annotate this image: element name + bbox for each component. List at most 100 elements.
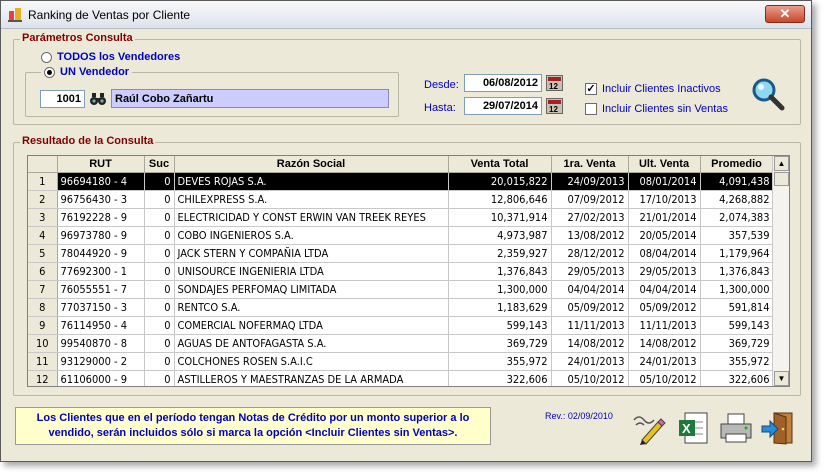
exit-button[interactable] — [759, 409, 797, 447]
ultima-venta-cell[interactable]: 20/05/2014 — [628, 226, 701, 245]
suc-cell[interactable]: 0 — [144, 370, 175, 386]
venta-total-cell[interactable]: 12,806,646 — [448, 190, 552, 209]
venta-total-cell[interactable]: 10,371,914 — [448, 208, 552, 227]
ultima-venta-cell[interactable]: 08/04/2014 — [628, 244, 701, 263]
rut-cell[interactable]: 96973780 - 9 — [57, 226, 145, 245]
scroll-down-arrow-icon[interactable]: ▼ — [774, 371, 789, 386]
suc-cell[interactable]: 0 — [144, 190, 175, 209]
suc-cell[interactable]: 0 — [144, 262, 175, 281]
table-row[interactable]: 12 61106000 - 9 0 ASTILLEROS Y MAESTRANZAS … — [28, 370, 774, 386]
razon-social-cell[interactable]: AGUAS DE ANTOFAGASTA S.A. — [174, 334, 449, 353]
venta-total-cell[interactable]: 1,183,629 — [448, 298, 552, 317]
venta-total-cell[interactable]: 322,606 — [448, 370, 552, 386]
promedio-cell[interactable]: 591,814 — [700, 298, 774, 317]
column-header-primera-venta[interactable]: 1ra. Venta — [551, 156, 629, 173]
primera-venta-cell[interactable]: 05/09/2012 — [551, 298, 629, 317]
razon-social-cell[interactable]: SONDAJES PERFOMAQ LIMITADA — [174, 280, 449, 299]
table-row[interactable]: 7 76055551 - 7 0 SONDAJES PERFOMAQ LIMITADA… — [28, 280, 774, 299]
table-row[interactable]: 11 93129000 - 2 0 COLCHONES ROSEN S.A.I.C 35… — [28, 352, 774, 371]
razon-social-cell[interactable]: COLCHONES ROSEN S.A.I.C — [174, 352, 449, 371]
column-header-ultima-venta[interactable]: Ult. Venta — [628, 156, 701, 173]
column-header-rut[interactable]: RUT — [57, 156, 145, 173]
title-bar[interactable]: Ranking de Ventas por Cliente ✕ — [1, 1, 811, 29]
vendor-code-field[interactable]: 1001 — [40, 90, 85, 108]
results-grid[interactable]: RUT Suc Razón Social Venta Total 1ra. Ve… — [27, 155, 790, 387]
row-index[interactable]: 5 — [28, 244, 58, 263]
ultima-venta-cell[interactable]: 05/10/2012 — [628, 370, 701, 386]
radio-all-vendors[interactable]: TODOS los Vendedores — [41, 51, 180, 63]
razon-social-cell[interactable]: DEVES ROJAS S.A. — [174, 172, 449, 191]
razon-social-cell[interactable]: JACK STERN Y COMPAÑIA LTDA — [174, 244, 449, 263]
primera-venta-cell[interactable]: 11/11/2013 — [551, 316, 629, 335]
scroll-thumb[interactable] — [774, 172, 789, 186]
ultima-venta-cell[interactable]: 14/08/2012 — [628, 334, 701, 353]
promedio-cell[interactable]: 4,091,438 — [700, 172, 774, 191]
column-header-index[interactable] — [28, 156, 58, 173]
column-header-promedio[interactable]: Promedio — [700, 156, 774, 173]
suc-cell[interactable]: 0 — [144, 226, 175, 245]
row-index[interactable]: 1 — [28, 172, 58, 191]
primera-venta-cell[interactable]: 24/09/2013 — [551, 172, 629, 191]
table-row[interactable]: 5 78044920 - 9 0 JACK STERN Y COMPAÑIA LTDA… — [28, 244, 774, 263]
promedio-cell[interactable]: 2,074,383 — [700, 208, 774, 227]
razon-social-cell[interactable]: ELECTRICIDAD Y CONST ERWIN VAN TREEK REY… — [174, 208, 449, 227]
desde-calendar-button[interactable]: 12 — [545, 74, 564, 92]
row-index[interactable]: 6 — [28, 262, 58, 281]
promedio-cell[interactable]: 357,539 — [700, 226, 774, 245]
venta-total-cell[interactable]: 355,972 — [448, 352, 552, 371]
venta-total-cell[interactable]: 20,015,822 — [448, 172, 552, 191]
row-index[interactable]: 4 — [28, 226, 58, 245]
suc-cell[interactable]: 0 — [144, 208, 175, 227]
primera-venta-cell[interactable]: 07/09/2012 — [551, 190, 629, 209]
razon-social-cell[interactable]: RENTCO S.A. — [174, 298, 449, 317]
rut-cell[interactable]: 76114950 - 4 — [57, 316, 145, 335]
table-row[interactable]: 6 77692300 - 1 0 UNISOURCE INGENIERIA LTDA 1… — [28, 262, 774, 281]
chk-sin-ventas[interactable]: Incluir Clientes sin Ventas — [585, 103, 728, 115]
rut-cell[interactable]: 76192228 - 9 — [57, 208, 145, 227]
hasta-date-field[interactable]: 29/07/2014 — [464, 97, 542, 115]
ultima-venta-cell[interactable]: 08/01/2014 — [628, 172, 701, 191]
ultima-venta-cell[interactable]: 29/05/2013 — [628, 262, 701, 281]
rut-cell[interactable]: 77692300 - 1 — [57, 262, 145, 281]
promedio-cell[interactable]: 369,729 — [700, 334, 774, 353]
ultima-venta-cell[interactable]: 11/11/2013 — [628, 316, 701, 335]
rut-cell[interactable]: 77037150 - 3 — [57, 298, 145, 317]
radio-one-vendor[interactable]: UN Vendedor — [41, 66, 133, 78]
vertical-scrollbar[interactable]: ▲ ▼ — [772, 156, 789, 386]
rut-cell[interactable]: 76055551 - 7 — [57, 280, 145, 299]
primera-venta-cell[interactable]: 05/10/2012 — [551, 370, 629, 386]
suc-cell[interactable]: 0 — [144, 172, 175, 191]
radio-all-dot[interactable] — [41, 51, 52, 63]
edit-button[interactable] — [629, 409, 667, 447]
chk-inactivos[interactable]: ✓ Incluir Clientes Inactivos — [585, 83, 721, 95]
ultima-venta-cell[interactable]: 21/01/2014 — [628, 208, 701, 227]
primera-venta-cell[interactable]: 24/01/2013 — [551, 352, 629, 371]
chk-sin-ventas-box[interactable] — [585, 103, 597, 115]
ultima-venta-cell[interactable]: 24/01/2013 — [628, 352, 701, 371]
desde-date-field[interactable]: 06/08/2012 — [464, 74, 542, 92]
razon-social-cell[interactable]: COBO INGENIEROS S.A. — [174, 226, 449, 245]
export-excel-button[interactable]: X — [675, 409, 713, 447]
promedio-cell[interactable]: 322,606 — [700, 370, 774, 386]
ultima-venta-cell[interactable]: 05/09/2012 — [628, 298, 701, 317]
print-button[interactable] — [717, 409, 755, 447]
primera-venta-cell[interactable]: 04/04/2014 — [551, 280, 629, 299]
table-row[interactable]: 9 76114950 - 4 0 COMERCIAL NOFERMAQ LTDA 599… — [28, 316, 774, 335]
rut-cell[interactable]: 61106000 - 9 — [57, 370, 145, 386]
primera-venta-cell[interactable]: 29/05/2013 — [551, 262, 629, 281]
close-button[interactable]: ✕ — [765, 5, 805, 23]
razon-social-cell[interactable]: COMERCIAL NOFERMAQ LTDA — [174, 316, 449, 335]
venta-total-cell[interactable]: 2,359,927 — [448, 244, 552, 263]
promedio-cell[interactable]: 599,143 — [700, 316, 774, 335]
table-row[interactable]: 4 96973780 - 9 0 COBO INGENIEROS S.A. 4,973,… — [28, 226, 774, 245]
rut-cell[interactable]: 96756430 - 3 — [57, 190, 145, 209]
scroll-up-arrow-icon[interactable]: ▲ — [774, 156, 789, 171]
venta-total-cell[interactable]: 1,300,000 — [448, 280, 552, 299]
row-index[interactable]: 7 — [28, 280, 58, 299]
row-index[interactable]: 11 — [28, 352, 58, 371]
chk-inactivos-box[interactable]: ✓ — [585, 83, 597, 95]
venta-total-cell[interactable]: 369,729 — [448, 334, 552, 353]
suc-cell[interactable]: 0 — [144, 316, 175, 335]
primera-venta-cell[interactable]: 13/08/2012 — [551, 226, 629, 245]
suc-cell[interactable]: 0 — [144, 298, 175, 317]
